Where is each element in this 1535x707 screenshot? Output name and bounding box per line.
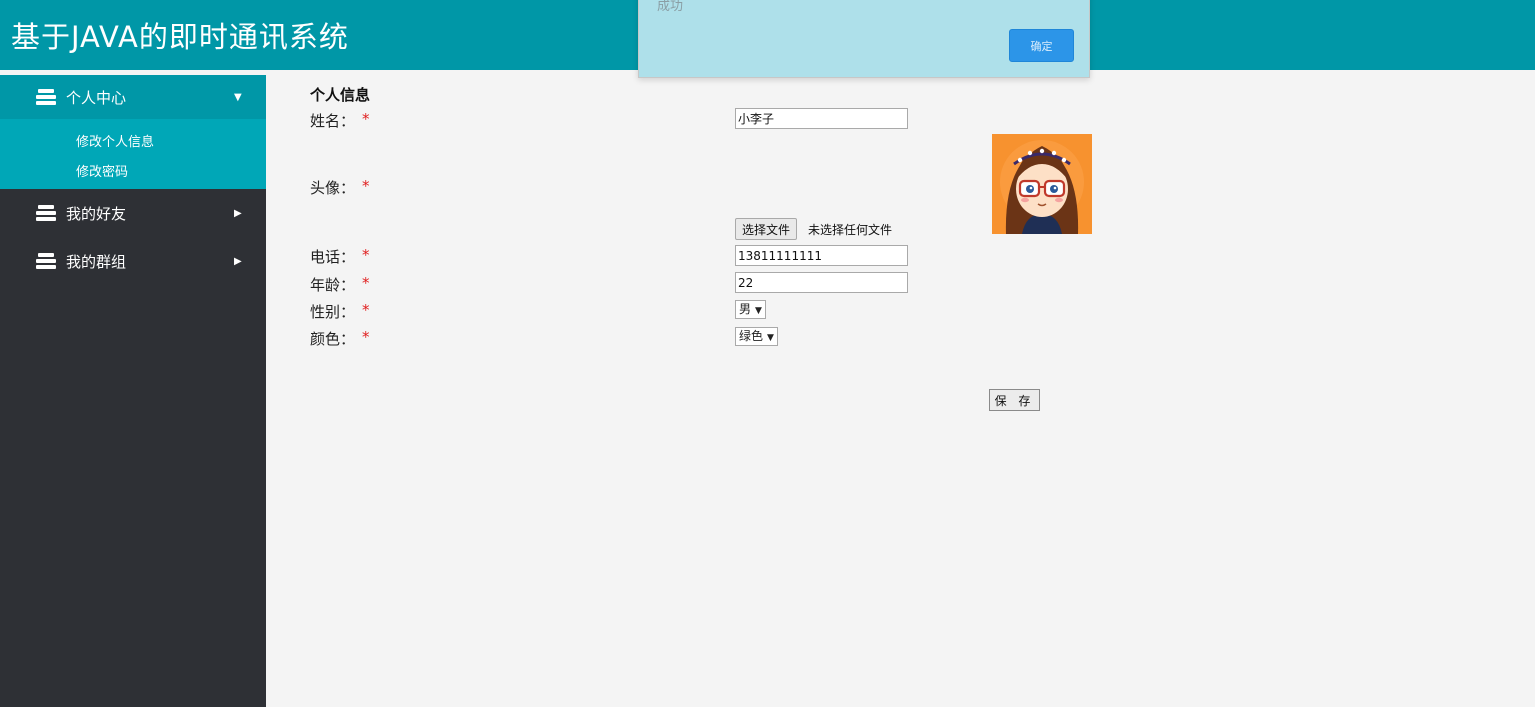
- stack-icon: [36, 89, 56, 105]
- phone-label: 电话：: [310, 248, 356, 266]
- sidebar-item-label: 我的好友: [66, 204, 127, 223]
- dropdown-arrow-icon: ▼: [767, 333, 774, 343]
- age-input[interactable]: [735, 272, 908, 293]
- sidebar: 个人中心 ▼ 修改个人信息 修改密码 我的好友 ▶ 我的群组 ▶: [0, 75, 266, 707]
- save-button[interactable]: 保 存: [989, 389, 1040, 411]
- choose-file-button[interactable]: 选择文件: [735, 218, 798, 240]
- avatar-image: [992, 134, 1092, 234]
- sidebar-item-my-friends[interactable]: 我的好友 ▶: [0, 191, 266, 235]
- submenu-personal-center: 修改个人信息 修改密码: [0, 119, 266, 189]
- name-label: 姓名：: [310, 112, 356, 130]
- required-mark: *: [362, 301, 370, 319]
- sidebar-item-personal-center[interactable]: 个人中心 ▼ 修改个人信息 修改密码: [0, 75, 266, 189]
- gender-selected: 男: [739, 302, 752, 316]
- phone-input[interactable]: [735, 245, 908, 266]
- alert-dialog: 成功 确定: [638, 0, 1090, 78]
- color-selected: 绿色: [739, 329, 764, 343]
- gender-select[interactable]: 男 ▼: [735, 300, 766, 319]
- dialog-message: 成功: [657, 0, 684, 14]
- caret-down-icon: ▼: [234, 91, 242, 103]
- stack-icon: [36, 253, 56, 269]
- submenu-item-change-password[interactable]: 修改密码: [76, 161, 128, 180]
- caret-right-icon: ▶: [234, 255, 242, 267]
- required-mark: *: [362, 177, 370, 195]
- app-title: 基于JAVA的即时通讯系统: [11, 20, 349, 54]
- avatar-illustration: [992, 134, 1092, 234]
- dropdown-arrow-icon: ▼: [755, 306, 762, 316]
- avatar-label: 头像：: [310, 179, 356, 197]
- required-mark: *: [362, 328, 370, 346]
- submenu-item-edit-profile[interactable]: 修改个人信息: [76, 131, 154, 150]
- color-select[interactable]: 绿色 ▼: [735, 327, 778, 346]
- stack-icon: [36, 205, 56, 221]
- name-input[interactable]: [735, 108, 908, 129]
- file-status-text: 未选择任何文件: [808, 223, 893, 237]
- age-label: 年龄：: [310, 276, 356, 294]
- required-mark: *: [362, 274, 370, 292]
- sidebar-item-label: 我的群组: [66, 252, 127, 271]
- sidebar-item-my-groups[interactable]: 我的群组 ▶: [0, 239, 266, 283]
- dialog-ok-button[interactable]: 确定: [1009, 29, 1074, 62]
- profile-form: 个人信息 姓名： * 头像： * 选择文件 未选择任何文件: [266, 70, 1535, 707]
- gender-label: 性别：: [310, 303, 356, 321]
- required-mark: *: [362, 110, 370, 128]
- section-title: 个人信息: [310, 86, 371, 104]
- color-label: 颜色：: [310, 330, 356, 348]
- caret-right-icon: ▶: [234, 207, 242, 219]
- required-mark: *: [362, 246, 370, 264]
- sidebar-item-label: 个人中心: [66, 88, 127, 107]
